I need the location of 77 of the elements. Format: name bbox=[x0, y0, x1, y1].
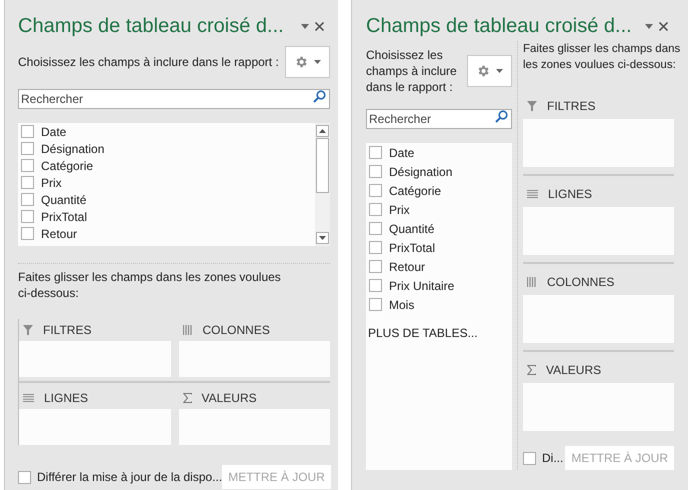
dropdown-arrow-icon[interactable] bbox=[301, 24, 309, 28]
settings-button[interactable] bbox=[467, 55, 512, 87]
more-tables-link[interactable]: PLUS DE TABLES... bbox=[366, 324, 478, 342]
area-label: FILTRES bbox=[43, 322, 92, 339]
field-label[interactable]: Quantité bbox=[41, 190, 86, 208]
columns-icon bbox=[527, 277, 537, 287]
field-label[interactable]: Date bbox=[41, 123, 66, 140]
checkbox[interactable] bbox=[369, 222, 382, 235]
field-label[interactable]: Retour bbox=[41, 224, 78, 242]
filter-icon bbox=[23, 325, 33, 335]
columns-icon bbox=[182, 325, 192, 335]
panel-title: Champs de tableau croisé d... bbox=[366, 14, 632, 39]
rows-icon bbox=[23, 394, 34, 402]
checkbox[interactable] bbox=[18, 470, 31, 484]
area-label: VALEURS bbox=[202, 390, 257, 407]
area-label: COLONNES bbox=[547, 274, 614, 291]
checkbox[interactable] bbox=[369, 165, 382, 178]
field-label[interactable]: Prix bbox=[41, 174, 62, 192]
search-icon bbox=[495, 110, 508, 123]
defer-label[interactable]: Différer la mise à jour de la dispo... bbox=[37, 468, 222, 486]
checkbox[interactable] bbox=[369, 260, 382, 273]
sigma-icon bbox=[527, 365, 536, 375]
checkbox[interactable] bbox=[21, 176, 34, 189]
settings-icon bbox=[294, 55, 308, 69]
scrollbar[interactable] bbox=[315, 123, 330, 246]
area-label: LIGNES bbox=[548, 186, 592, 203]
defer-label[interactable]: Di... bbox=[542, 449, 564, 467]
field-label[interactable]: Mois bbox=[389, 296, 414, 314]
field-label[interactable]: Retour bbox=[389, 258, 426, 276]
settings-button[interactable] bbox=[285, 46, 330, 78]
field-label[interactable]: Désignation bbox=[41, 140, 104, 158]
checkbox[interactable] bbox=[21, 227, 34, 240]
filter-icon bbox=[527, 101, 537, 111]
scroll-down-icon[interactable] bbox=[316, 232, 329, 244]
dropdown-arrow-icon[interactable] bbox=[645, 24, 653, 28]
field-label[interactable]: Catégorie bbox=[389, 182, 442, 200]
checkbox[interactable] bbox=[21, 142, 34, 155]
field-label[interactable]: Prix bbox=[389, 200, 410, 218]
checkbox[interactable] bbox=[369, 146, 382, 159]
close-icon[interactable] bbox=[315, 22, 324, 30]
field-label[interactable]: Quantité bbox=[389, 220, 434, 238]
field-label[interactable]: PrixTotal bbox=[41, 208, 88, 226]
field-label[interactable]: PrixTotal bbox=[389, 238, 436, 256]
field-label[interactable]: Désignation bbox=[389, 162, 452, 180]
instruction-text: Choisissez les champs à inclure dans le rapport : bbox=[366, 47, 458, 95]
checkbox[interactable] bbox=[21, 159, 34, 172]
caret-icon bbox=[496, 69, 503, 73]
close-icon[interactable] bbox=[659, 22, 668, 30]
search-field[interactable]: Rechercher bbox=[366, 109, 512, 129]
drop-instruction: Faites glisser les champs dans les zones voulues ci-dessous: bbox=[523, 42, 682, 73]
area-label: FILTRES bbox=[547, 98, 596, 115]
settings-icon bbox=[476, 64, 490, 78]
drop-instruction: Faites glisser les champs dans les zones voulues ci-dessous: bbox=[18, 269, 282, 301]
instruction-text: Choisissez les champs à inclure dans le rapport : bbox=[18, 54, 279, 71]
rows-icon bbox=[527, 190, 538, 198]
checkbox[interactable] bbox=[369, 241, 382, 254]
field-label[interactable]: Prix Unitaire bbox=[389, 276, 454, 294]
sigma-icon bbox=[182, 393, 192, 403]
checkbox[interactable] bbox=[21, 125, 34, 138]
field-label[interactable]: Catégorie bbox=[41, 156, 94, 174]
area-label: VALEURS bbox=[546, 362, 602, 379]
area-label: COLONNES bbox=[202, 322, 270, 339]
checkbox[interactable] bbox=[21, 210, 34, 223]
field-label[interactable]: Date bbox=[389, 144, 414, 162]
checkbox[interactable] bbox=[369, 184, 382, 197]
search-field[interactable]: Rechercher bbox=[18, 89, 330, 109]
checkbox[interactable] bbox=[369, 203, 382, 216]
panel-title: Champs de tableau croisé d... bbox=[18, 14, 284, 39]
scrollbar-thumb[interactable] bbox=[316, 138, 329, 193]
search-icon bbox=[313, 90, 326, 103]
area-label: LIGNES bbox=[44, 390, 88, 407]
checkbox[interactable] bbox=[369, 298, 382, 311]
checkbox[interactable] bbox=[523, 452, 536, 464]
checkbox[interactable] bbox=[369, 279, 382, 292]
caret-icon bbox=[314, 60, 321, 64]
checkbox[interactable] bbox=[21, 193, 34, 206]
scroll-up-icon[interactable] bbox=[316, 125, 329, 137]
